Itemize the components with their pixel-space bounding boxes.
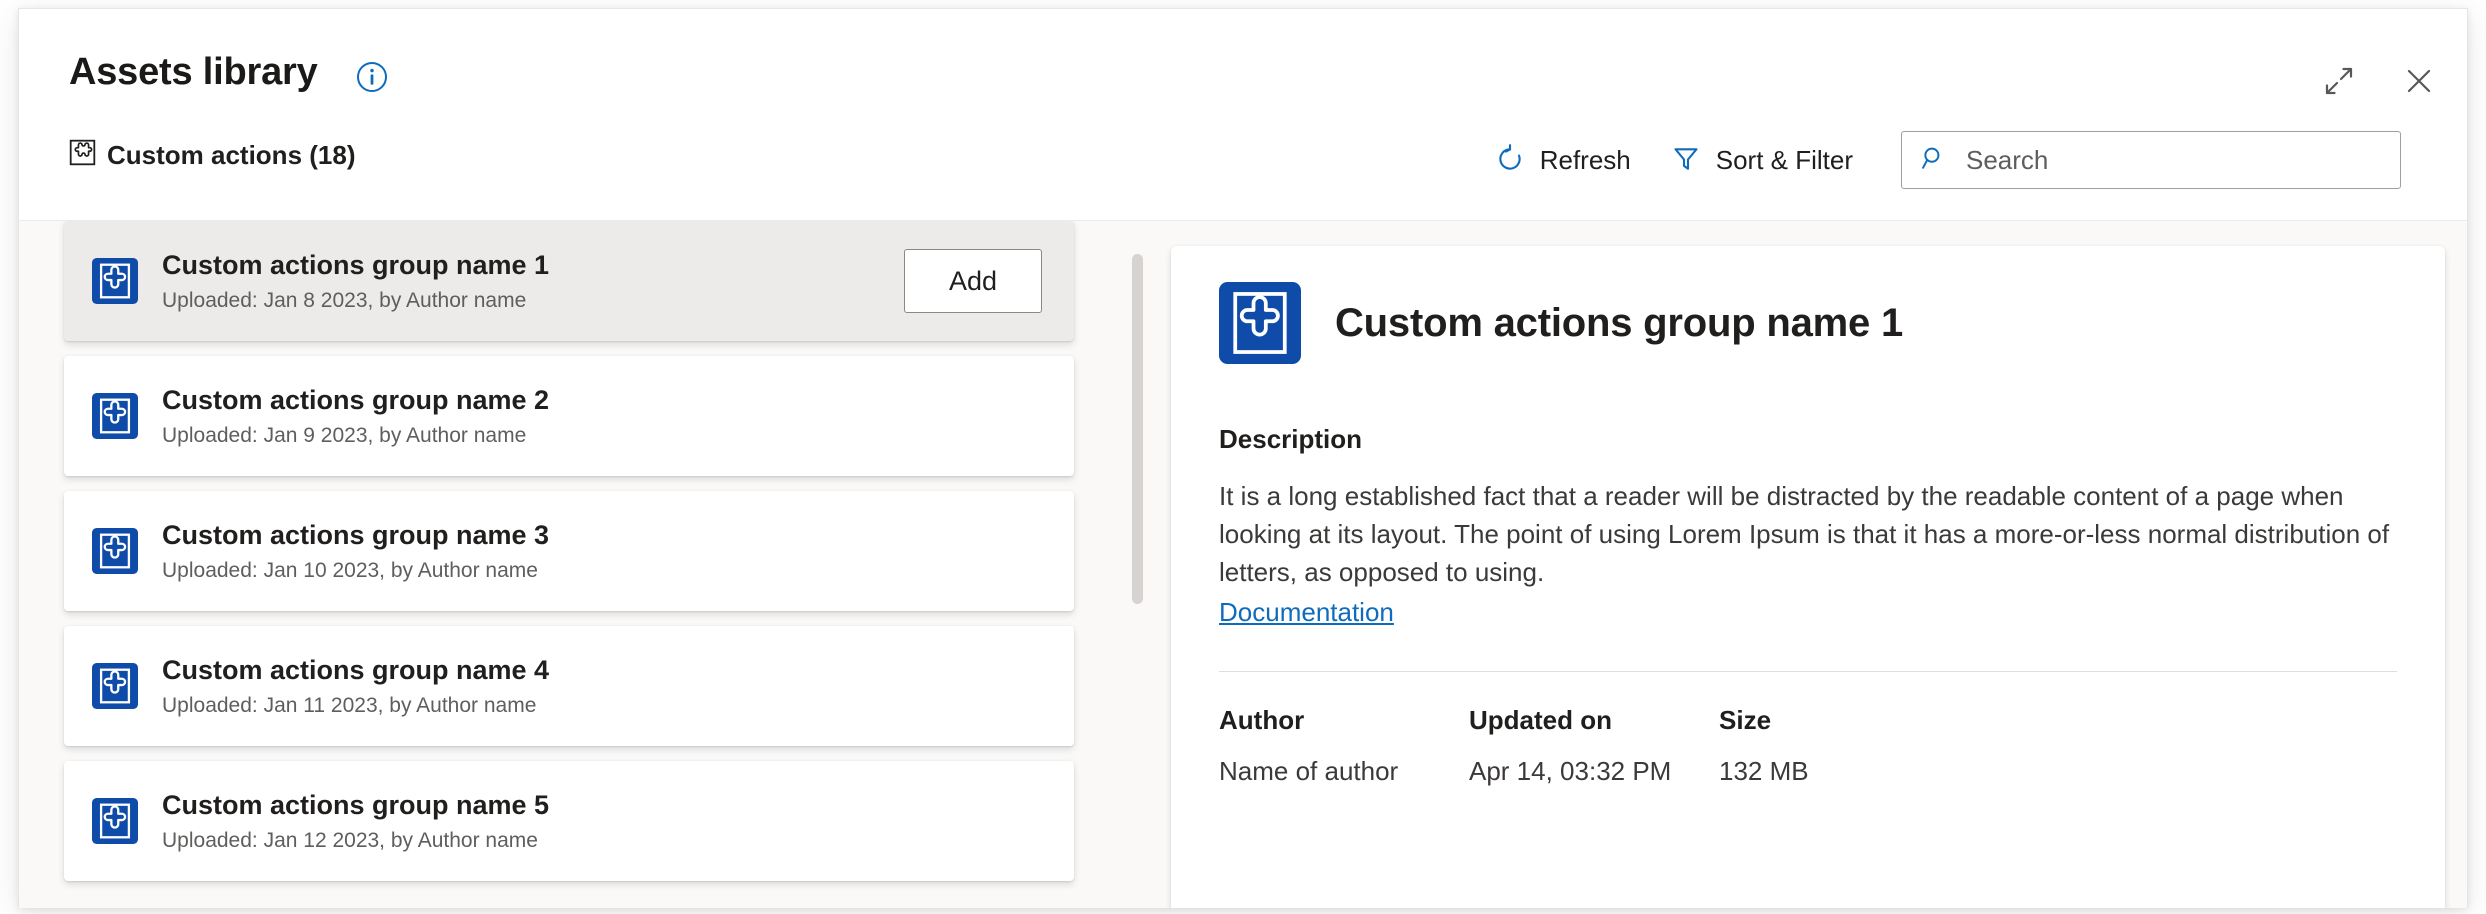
asset-item-text: Custom actions group name 5 Uploaded: Jan… [162, 789, 1042, 854]
dialog-body: Custom actions group name 1 Uploaded: Jan… [19, 221, 2467, 908]
list-scrollbar[interactable] [1129, 221, 1145, 908]
asset-list-item[interactable]: Custom actions group name 2 Uploaded: Jan… [64, 356, 1074, 476]
asset-item-meta: Uploaded: Jan 11 2023, by Author name [162, 693, 1042, 718]
custom-actions-tile-icon [1219, 282, 1301, 364]
detail-title: Custom actions group name 1 [1335, 301, 1903, 346]
asset-item-text: Custom actions group name 3 Uploaded: Jan… [162, 519, 1042, 584]
funnel-filter-icon [1671, 144, 1701, 177]
search-input[interactable] [1966, 145, 2382, 176]
command-bar-actions: Refresh Sort & Filter [1475, 131, 2401, 189]
asset-item-name: Custom actions group name 5 [162, 789, 1042, 821]
asset-list-item[interactable]: Custom actions group name 5 Uploaded: Jan… [64, 761, 1074, 881]
breadcrumb-label: Custom actions (18) [107, 140, 356, 171]
author-label: Author [1219, 705, 1469, 736]
refresh-button[interactable]: Refresh [1475, 131, 1651, 189]
custom-actions-tile-icon [92, 258, 138, 304]
command-bar: Custom actions (18) Refresh Sor [19, 101, 2467, 221]
page-title: Assets library [69, 51, 318, 94]
updated-label: Updated on [1469, 705, 1719, 736]
assets-list: Custom actions group name 1 Uploaded: Jan… [64, 221, 1074, 896]
asset-item-meta: Uploaded: Jan 9 2023, by Author name [162, 423, 1042, 448]
custom-actions-tile-icon [92, 528, 138, 574]
detail-header: Custom actions group name 1 [1219, 282, 2397, 364]
dialog-title-bar: Assets library [19, 9, 2467, 101]
asset-item-name: Custom actions group name 4 [162, 654, 1042, 686]
updated-value: Apr 14, 03:32 PM [1469, 756, 1719, 787]
assets-list-pane: Custom actions group name 1 Uploaded: Jan… [19, 221, 1139, 908]
asset-item-meta: Uploaded: Jan 12 2023, by Author name [162, 828, 1042, 853]
close-x-icon[interactable] [2397, 59, 2441, 103]
search-magnifier-icon [1920, 144, 1948, 177]
sort-filter-label: Sort & Filter [1716, 145, 1853, 176]
asset-item-meta: Uploaded: Jan 8 2023, by Author name [162, 288, 904, 313]
asset-item-text: Custom actions group name 1 Uploaded: Jan… [162, 249, 904, 314]
asset-list-item[interactable]: Custom actions group name 3 Uploaded: Jan… [64, 491, 1074, 611]
asset-detail-panel: Custom actions group name 1 Description … [1171, 246, 2445, 908]
assets-library-dialog: Assets library [18, 8, 2468, 908]
custom-actions-tile-icon [92, 393, 138, 439]
custom-actions-tile-icon [92, 798, 138, 844]
asset-item-name: Custom actions group name 3 [162, 519, 1042, 551]
refresh-label: Refresh [1540, 145, 1631, 176]
size-label: Size [1719, 705, 2397, 736]
author-value: Name of author [1219, 756, 1469, 787]
search-box[interactable] [1901, 131, 2401, 189]
description-label: Description [1219, 424, 2397, 455]
documentation-link[interactable]: Documentation [1219, 597, 1394, 628]
asset-item-text: Custom actions group name 2 Uploaded: Jan… [162, 384, 1042, 449]
custom-actions-tile-icon [92, 663, 138, 709]
refresh-icon [1495, 144, 1525, 177]
description-text: It is a long established fact that a rea… [1219, 477, 2397, 592]
list-scrollbar-thumb[interactable] [1132, 254, 1143, 604]
asset-item-name: Custom actions group name 1 [162, 249, 904, 281]
breadcrumb[interactable]: Custom actions (18) [69, 139, 356, 171]
size-value: 132 MB [1719, 756, 2397, 787]
asset-item-text: Custom actions group name 4 Uploaded: Jan… [162, 654, 1042, 719]
sort-filter-button[interactable]: Sort & Filter [1651, 131, 1873, 189]
expand-diagonal-icon[interactable] [2317, 59, 2361, 103]
asset-list-item[interactable]: Custom actions group name 4 Uploaded: Jan… [64, 626, 1074, 746]
detail-metadata: Author Updated on Size Name of author Ap… [1219, 705, 2397, 787]
asset-item-meta: Uploaded: Jan 10 2023, by Author name [162, 558, 1042, 583]
asset-list-item[interactable]: Custom actions group name 1 Uploaded: Jan… [64, 221, 1074, 341]
info-circle-icon[interactable] [356, 61, 388, 93]
add-button[interactable]: Add [904, 249, 1042, 313]
custom-actions-icon [69, 139, 96, 171]
detail-divider [1219, 671, 2397, 672]
asset-item-name: Custom actions group name 2 [162, 384, 1042, 416]
